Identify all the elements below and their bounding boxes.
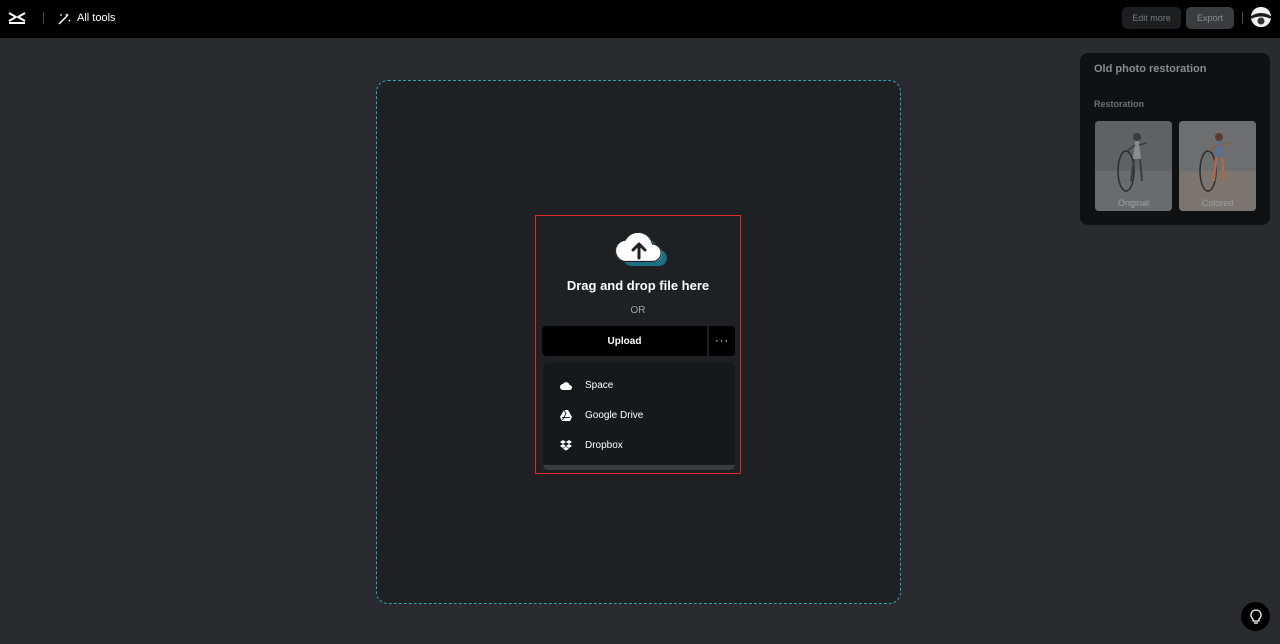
cloud-upload-icon xyxy=(614,231,667,266)
thumbnail-colored[interactable]: Colored xyxy=(1179,121,1256,211)
menu-item-dropbox[interactable]: Dropbox xyxy=(543,431,735,459)
google-drive-icon xyxy=(560,409,572,421)
panel-title: Old photo restoration xyxy=(1094,63,1207,75)
export-button[interactable]: Export xyxy=(1186,7,1234,29)
or-separator: OR xyxy=(630,305,646,316)
thumbnail-caption: Colored xyxy=(1201,198,1234,208)
cloud-icon xyxy=(560,379,572,391)
magic-wand-icon xyxy=(58,12,71,25)
upload-source-menu: Space Google Drive Dropbox xyxy=(543,363,735,470)
drag-drop-text: Drag and drop file here xyxy=(566,278,710,293)
lightbulb-icon xyxy=(1249,609,1262,624)
top-bar: All tools Edit more Export xyxy=(0,0,1280,38)
capcut-logo-icon[interactable] xyxy=(8,10,26,26)
dropbox-icon xyxy=(560,439,572,451)
menu-item-label: Dropbox xyxy=(585,439,623,451)
menu-item-space[interactable]: Space xyxy=(543,371,735,399)
all-tools-label: All tools xyxy=(77,12,116,24)
avatar[interactable] xyxy=(1251,7,1271,27)
all-tools-button[interactable]: All tools xyxy=(58,10,116,26)
menu-item-google-drive[interactable]: Google Drive xyxy=(543,401,735,429)
thumbnail-original[interactable]: Original xyxy=(1095,121,1172,211)
upload-button[interactable]: Upload xyxy=(542,326,707,356)
help-button[interactable] xyxy=(1241,602,1270,631)
thumbnail-caption: Original xyxy=(1117,198,1149,208)
topbar-divider-right xyxy=(1242,12,1243,24)
avatar-image xyxy=(1251,7,1271,27)
menu-item-label: Google Drive xyxy=(585,409,644,421)
upload-panel: Drag and drop file here OR Upload ··· Sp… xyxy=(535,215,741,474)
section-label: Restoration xyxy=(1094,99,1145,109)
menu-item-label: Space xyxy=(585,379,614,391)
more-options-button[interactable]: ··· xyxy=(709,326,735,356)
topbar-divider xyxy=(43,12,44,24)
edit-more-button[interactable]: Edit more xyxy=(1122,7,1181,29)
tool-info-panel: Old photo restoration Restoration Origin… xyxy=(1080,53,1270,225)
